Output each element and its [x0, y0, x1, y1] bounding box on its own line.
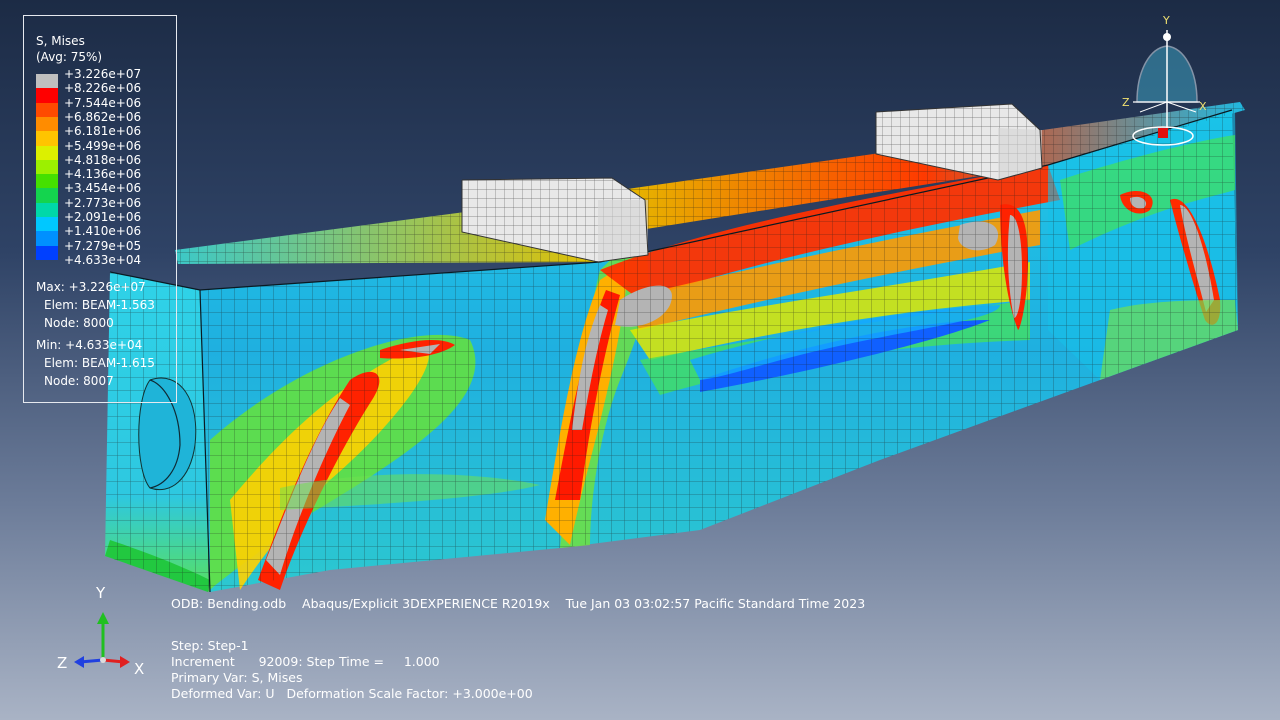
legend-tick-label: +5.499e+06 [64, 138, 142, 153]
legend-tick-label: +1.410e+06 [64, 224, 142, 239]
legend-tick-label: +4.136e+06 [64, 167, 142, 182]
triad-z-label: Z [57, 654, 68, 672]
legend-max-element: Elem: BEAM-1.563 [44, 298, 155, 312]
legend-swatch [36, 74, 58, 89]
legend-tick-label: +4.818e+06 [64, 152, 142, 167]
legend-tick-label: +7.544e+06 [64, 95, 142, 110]
legend-swatch [36, 116, 58, 132]
legend-swatch [36, 188, 58, 204]
legend-min-node: Node: 8007 [44, 374, 114, 388]
legend-tick-label: +7.279e+05 [64, 238, 142, 253]
legend-tick-label: +4.633e+04 [64, 252, 142, 267]
legend-swatch [36, 245, 58, 261]
legend-swatch [36, 145, 58, 161]
legend-min-value: Min: +4.633e+04 [36, 338, 143, 352]
legend-swatch [36, 88, 58, 104]
legend-swatch [36, 174, 58, 189]
legend-tick-label: +6.181e+06 [64, 124, 142, 139]
legend-min-element: Elem: BEAM-1.615 [44, 356, 155, 370]
legend-swatch [36, 202, 58, 218]
model-viewport[interactable]: Y Z X [0, 0, 1280, 720]
primary-var-line: Primary Var: S, Mises [171, 670, 303, 685]
legend-subtitle: (Avg: 75%) [36, 50, 103, 64]
coordinate-triad [74, 612, 130, 668]
step-line: Step: Step-1 [171, 638, 249, 653]
legend-title: S, Mises [36, 34, 85, 48]
view-cube-x-label: X [1199, 100, 1207, 113]
legend-swatch [36, 159, 58, 175]
legend-swatch [36, 231, 58, 247]
legend-swatch [36, 217, 58, 232]
view-cube-z-label: Z [1122, 96, 1130, 109]
legend-tick-label: +2.091e+06 [64, 210, 142, 224]
deformed-var-line: Deformed Var: U Deformation Scale Factor… [171, 686, 533, 701]
legend-tick-label: +8.226e+06 [64, 81, 142, 96]
legend-tick-label: +2.773e+06 [64, 195, 142, 210]
legend-tick-label: +3.226e+07 [64, 67, 142, 81]
legend-swatch [36, 131, 58, 146]
legend-tick-label: +3.454e+06 [64, 181, 142, 196]
legend-max-node: Node: 8000 [44, 316, 114, 330]
contour-legend[interactable]: S, Mises (Avg: 75%) +3.226e+07 +8.226e+06… [23, 15, 177, 403]
view-cube-y-label: Y [1162, 14, 1170, 27]
triad-y-label: Y [96, 584, 106, 602]
info-footer: ODB: Bending.odb Abaqus/Explicit 3DEXPER… [0, 0, 865, 701]
legend-max-value: Max: +3.226e+07 [36, 280, 146, 294]
legend-swatch [36, 102, 58, 118]
beam-model[interactable] [105, 102, 1245, 593]
odb-info-line: ODB: Bending.odb Abaqus/Explicit 3DEXPER… [171, 596, 866, 611]
increment-line: Increment 92009: Step Time = 1.000 [171, 654, 440, 669]
triad-x-label: X [134, 660, 145, 678]
legend-tick-label: +6.862e+06 [64, 109, 142, 124]
